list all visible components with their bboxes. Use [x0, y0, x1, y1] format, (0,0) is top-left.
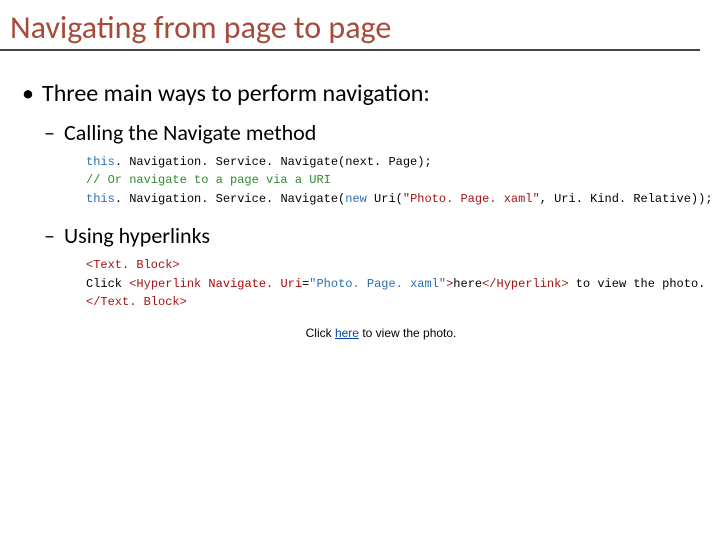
sample-text-pre: Click: [306, 326, 335, 340]
bullet-main-text: Three main ways to perform navigation:: [42, 79, 430, 108]
sub-bullet-navigate: Calling the Navigate method: [42, 119, 720, 147]
code-keyword: this: [86, 192, 115, 206]
code-tag: </Hyperlink>: [482, 277, 568, 291]
bullet-list: Three main ways to perform navigation: C…: [18, 79, 720, 341]
code-tag: <Text. Block>: [86, 258, 180, 272]
code-text: , Uri. Kind. Relative));: [540, 192, 713, 206]
code-keyword: this: [86, 155, 115, 169]
sub-bullet-list: Calling the Navigate method: [42, 119, 720, 147]
code-block-navigate: this. Navigation. Service. Navigate(next…: [86, 153, 720, 209]
sub-bullet-list-2: Using hyperlinks: [42, 222, 720, 250]
code-comment: // Or navigate to a page via a URI: [86, 173, 331, 187]
code-string: "Photo. Page. xaml": [403, 192, 540, 206]
code-text: Uri(: [367, 192, 403, 206]
bullet-main: Three main ways to perform navigation: C…: [18, 79, 720, 341]
sample-hyperlink[interactable]: here: [335, 326, 359, 340]
rendered-sample: Click here to view the photo.: [42, 326, 720, 341]
code-text: to view the photo.: [569, 277, 706, 291]
slide: Navigating from page to page Three main …: [0, 0, 720, 540]
sub-bullet-hyperlinks: Using hyperlinks: [42, 222, 720, 250]
code-text: . Navigation. Service. Navigate(next. Pa…: [115, 155, 432, 169]
code-tag: <Hyperlink: [129, 277, 201, 291]
code-block-hyperlink: <Text. Block> Click <Hyperlink Navigate.…: [86, 256, 720, 312]
code-attr-value: "Photo. Page. xaml": [309, 277, 446, 291]
code-keyword: new: [345, 192, 367, 206]
slide-title: Navigating from page to page: [0, 0, 720, 49]
code-attr: Navigate. Uri: [201, 277, 302, 291]
code-text: here: [453, 277, 482, 291]
code-text: Click: [86, 277, 129, 291]
code-text: . Navigation. Service. Navigate(: [115, 192, 345, 206]
sample-text-post: to view the photo.: [359, 326, 456, 340]
code-tag: </Text. Block>: [86, 295, 187, 309]
title-underline: [0, 49, 700, 51]
